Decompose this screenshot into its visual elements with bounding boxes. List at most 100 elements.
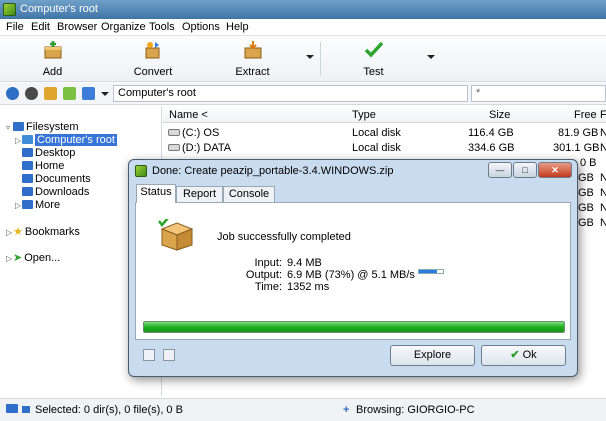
- menu-file[interactable]: File: [6, 21, 24, 33]
- toolbar: Add Convert Extract Test: [0, 36, 606, 82]
- computer-icon: [22, 135, 33, 144]
- column-name[interactable]: Name <: [169, 109, 208, 121]
- close-button[interactable]: ✕: [538, 162, 572, 178]
- partial-row: GB N: [578, 217, 606, 229]
- menu-options[interactable]: Options: [182, 21, 220, 33]
- tree-item-computers-root[interactable]: ▷ Computer's root: [15, 134, 117, 147]
- peazip-logo-icon: [3, 3, 16, 16]
- back-icon[interactable]: [6, 87, 19, 100]
- ok-button[interactable]: ✔ Ok: [481, 345, 566, 366]
- open-arrow-icon: ➤: [13, 252, 23, 264]
- dialog-title: Done: Create peazip_portable-3.4.WINDOWS…: [152, 165, 394, 177]
- column-size[interactable]: Size: [489, 109, 510, 121]
- test-button[interactable]: Test: [346, 38, 401, 80]
- partial-row: GB N: [578, 172, 606, 184]
- hard-disk-icon: [168, 129, 180, 136]
- row-size: 116.4 GB: [468, 127, 514, 139]
- menu-help[interactable]: Help: [226, 21, 249, 33]
- row-flag: N: [600, 142, 606, 154]
- convert-label: Convert: [133, 66, 173, 78]
- tree-item-desktop[interactable]: Desktop: [15, 147, 75, 160]
- extract-button[interactable]: Extract: [225, 38, 280, 80]
- folder-icon: [22, 187, 33, 196]
- table-row[interactable]: (C:) OS Local disk 116.4 GB 81.9 GB N: [163, 127, 606, 140]
- window-titlebar: Computer's root: [0, 0, 606, 19]
- column-free[interactable]: Free: [574, 109, 597, 121]
- tree-item-documents[interactable]: Documents: [15, 173, 91, 186]
- job-progress-bar: [143, 321, 565, 333]
- tab-console[interactable]: Console: [223, 186, 275, 202]
- add-archive-icon: [44, 41, 61, 59]
- row-free: 301.1 GB: [553, 142, 600, 154]
- refresh-icon[interactable]: [82, 87, 95, 100]
- job-progress-fill: [144, 322, 564, 332]
- history-dropdown-arrow-icon[interactable]: [101, 92, 109, 96]
- row-name: (C:) OS: [168, 127, 219, 139]
- output-label: Output:: [245, 269, 282, 281]
- filter-input[interactable]: *: [471, 85, 606, 102]
- extract-dropdown-arrow-icon[interactable]: [306, 55, 314, 59]
- expand-icon[interactable]: ▷: [6, 254, 13, 263]
- archive-box-icon: [158, 219, 194, 251]
- expand-icon[interactable]: ▷: [15, 201, 22, 210]
- test-dropdown-arrow-icon[interactable]: [427, 55, 435, 59]
- address-bar: Computer's root *: [0, 83, 606, 105]
- browsing-status: Browsing: GIORGIO-PC: [356, 404, 475, 416]
- bookmark-folder-icon[interactable]: [63, 87, 76, 100]
- folder-icon: [22, 148, 33, 157]
- convert-archive-icon: [145, 42, 160, 59]
- extract-archive-icon: [244, 41, 261, 59]
- collapse-icon[interactable]: ▿: [6, 123, 13, 132]
- maximize-button[interactable]: □: [513, 162, 537, 178]
- save-report-icon[interactable]: [143, 349, 155, 361]
- column-type[interactable]: Type: [352, 109, 376, 121]
- minimize-button[interactable]: —: [488, 162, 512, 178]
- menu-tools[interactable]: Tools: [149, 21, 175, 33]
- forward-icon[interactable]: [25, 87, 38, 100]
- checkmark-icon: [364, 41, 383, 58]
- star-icon: ★: [13, 226, 23, 238]
- menu-browser[interactable]: Browser: [57, 21, 97, 33]
- menu-organize[interactable]: Organize: [101, 21, 146, 33]
- tab-status[interactable]: Status: [136, 184, 176, 203]
- menu-bar: File Edit Browser Organize Tools Options…: [0, 19, 606, 36]
- ok-label: Ok: [522, 349, 537, 361]
- menu-edit[interactable]: Edit: [31, 21, 50, 33]
- job-complete-dialog: Done: Create peazip_portable-3.4.WINDOWS…: [128, 159, 578, 377]
- column-extra[interactable]: F: [600, 109, 606, 121]
- convert-button[interactable]: Convert: [125, 38, 181, 80]
- tree-item-home[interactable]: Home: [15, 160, 64, 173]
- row-flag: N: [600, 127, 606, 139]
- open-log-icon[interactable]: [163, 349, 175, 361]
- tree-item-filesystem[interactable]: ▿ Filesystem: [6, 121, 79, 134]
- computer-status-icon: [6, 404, 18, 413]
- tree-item-downloads[interactable]: Downloads: [15, 186, 89, 199]
- row-name: (D:) DATA: [168, 142, 231, 154]
- table-row[interactable]: (D:) DATA Local disk 334.6 GB 301.1 GB N: [163, 142, 606, 155]
- expand-icon[interactable]: ▷: [15, 136, 22, 145]
- compression-ratio-bar: [418, 269, 444, 274]
- add-button[interactable]: Add: [25, 38, 80, 80]
- file-list-header: Name < Type Size Free F: [163, 106, 606, 123]
- explore-button[interactable]: Explore: [390, 345, 475, 366]
- tree-item-open[interactable]: ▷➤ Open...: [6, 251, 60, 264]
- selection-status-icon: [22, 406, 30, 413]
- add-label: Add: [42, 66, 63, 78]
- time-label: Time:: [254, 281, 282, 293]
- tab-report[interactable]: Report: [176, 186, 223, 202]
- folder-icon: [22, 161, 33, 170]
- window-title: Computer's root: [20, 3, 98, 15]
- input-value: 9.4 MB: [287, 257, 322, 269]
- address-input[interactable]: Computer's root: [113, 85, 468, 102]
- tree-item-more[interactable]: ▷ More: [15, 199, 60, 212]
- test-label: Test: [363, 66, 384, 78]
- expand-icon[interactable]: ▷: [6, 228, 13, 237]
- partial-row: GB N: [578, 187, 606, 199]
- status-panel: Job successfully completed Input: 9.4 MB…: [135, 202, 571, 340]
- folder-icon: [22, 200, 33, 209]
- hard-disk-icon: [168, 144, 180, 151]
- row-type: Local disk: [352, 142, 401, 154]
- up-folder-icon[interactable]: [44, 87, 57, 100]
- dialog-titlebar: Done: Create peazip_portable-3.4.WINDOWS…: [129, 160, 577, 182]
- tree-item-bookmarks[interactable]: ▷★ Bookmarks: [6, 225, 80, 238]
